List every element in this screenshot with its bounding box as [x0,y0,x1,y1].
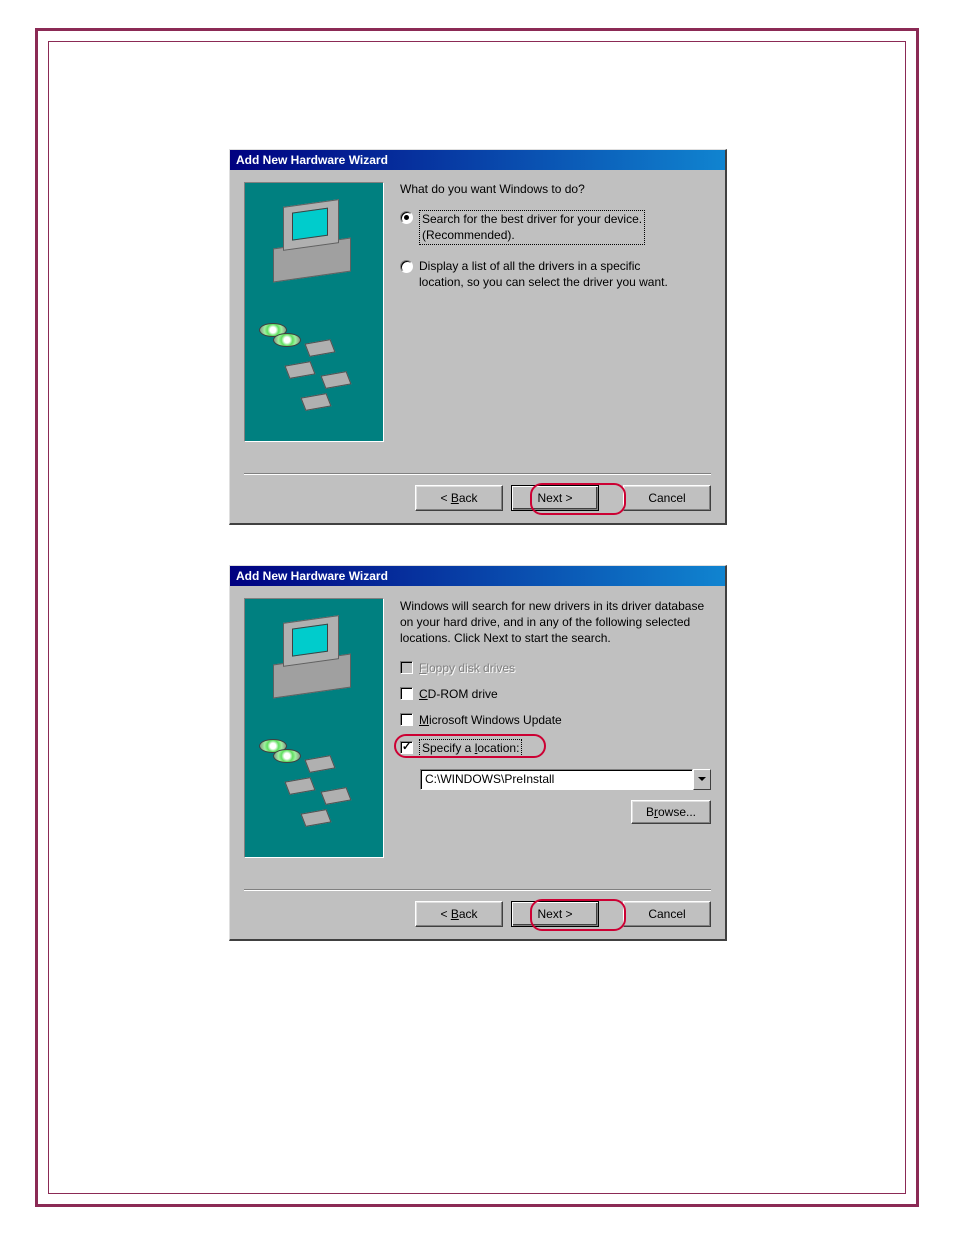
next-button[interactable]: Next > [511,901,599,927]
dialog-title: Add New Hardware Wizard [236,569,388,583]
cancel-button[interactable]: Cancel [623,485,711,511]
browse-button[interactable]: Browse... [631,800,711,824]
radio-label-line1: Search for the best driver for your devi… [422,212,642,226]
radio-label-line2: location, so you can select the driver y… [419,275,668,289]
checkbox-icon [400,713,413,726]
checkbox-cdrom[interactable]: CD-ROM drive [400,687,711,701]
radio-icon [400,211,413,224]
radio-display-list[interactable]: Display a list of all the drivers in a s… [400,259,711,290]
next-button[interactable]: Next > [511,485,599,511]
cancel-button[interactable]: Cancel [623,901,711,927]
wizard-graphic [244,598,384,858]
dialog-title: Add New Hardware Wizard [236,153,388,167]
checkbox-icon [400,687,413,700]
location-dropdown-arrow[interactable] [693,769,711,790]
wizard-dialog-1: Add New Hardware Wizard What do you want… [229,149,727,525]
radio-search-best-driver[interactable]: Search for the best driver for your devi… [400,210,711,245]
wizard-graphic [244,182,384,442]
checkbox-windows-update[interactable]: Microsoft Windows Update [400,713,711,727]
checkbox-specify-location[interactable]: Specify a location: [400,739,711,757]
wizard-dialog-2: Add New Hardware Wizard Windows will sea… [229,565,727,941]
radio-label-line2: (Recommended). [422,228,515,242]
checkbox-floppy: Floppy disk drives [400,661,711,675]
prompt-text: What do you want Windows to do? [400,182,711,196]
checkbox-icon [400,741,413,754]
radio-label-line1: Display a list of all the drivers in a s… [419,259,640,273]
location-input[interactable]: C:\WINDOWS\PreInstall [420,769,693,790]
titlebar: Add New Hardware Wizard [230,150,725,170]
titlebar: Add New Hardware Wizard [230,566,725,586]
checkbox-icon [400,661,413,674]
prompt-text: Windows will search for new drivers in i… [400,598,711,647]
back-button[interactable]: < Back [415,901,503,927]
back-button[interactable]: < Back [415,485,503,511]
radio-icon [400,260,413,273]
